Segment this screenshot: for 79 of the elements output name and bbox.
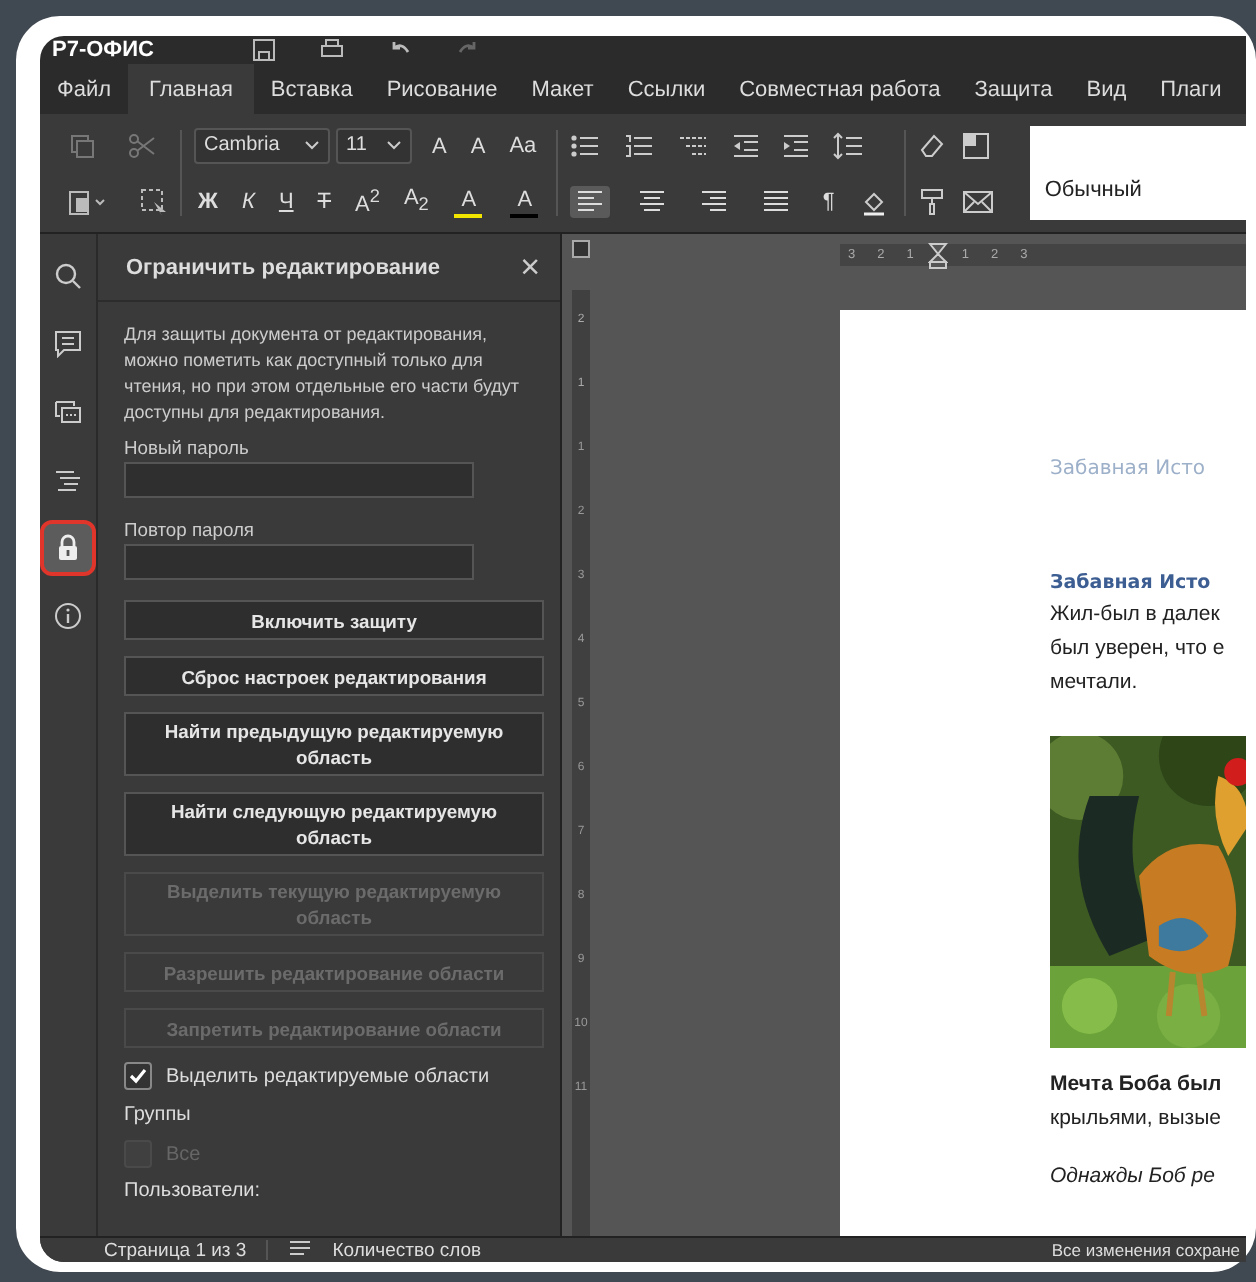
paste-icon[interactable]: [68, 187, 108, 215]
lines-icon[interactable]: [54, 466, 82, 494]
copy-icon[interactable]: [68, 131, 96, 159]
font-color-button[interactable]: A: [504, 185, 545, 217]
page-counter: Страница 1 из 3: [104, 1239, 247, 1261]
indent-icon[interactable]: [782, 131, 811, 159]
format-button[interactable]: Т: [313, 187, 336, 215]
font-select[interactable]: Cambria: [194, 127, 330, 163]
menu-tab[interactable]: Макет: [514, 64, 611, 114]
word-count-icon[interactable]: [288, 1240, 313, 1260]
print-icon[interactable]: [320, 38, 344, 62]
numbered-list-icon[interactable]: [624, 131, 657, 159]
save-status: Все изменения сохране: [1051, 1240, 1240, 1260]
grow-font-button[interactable]: A: [428, 128, 451, 162]
line-spacing-icon[interactable]: [832, 131, 865, 159]
caret-icon[interactable]: [386, 139, 402, 151]
panel-button[interactable]: Найти предыдущую редактируемую область: [124, 712, 544, 776]
format-button[interactable]: Ч: [274, 187, 298, 215]
panel-button[interactable]: Найти следующую редактируемую область: [124, 792, 544, 856]
document-heading: Забавная Исто: [1050, 572, 1213, 594]
field-label: Повтор пароля: [124, 518, 255, 540]
info-icon[interactable]: [54, 602, 82, 630]
panel-button[interactable]: Включить защиту: [124, 600, 544, 640]
menu-tab[interactable]: Файл: [40, 64, 129, 114]
groups-label: Группы: [124, 1104, 191, 1126]
bullet-list-icon[interactable]: [570, 131, 603, 159]
paragraph-marks-button[interactable]: ¶: [818, 187, 839, 215]
tab-stop-button[interactable]: [572, 240, 590, 258]
indent-marker-icon[interactable]: [927, 241, 948, 269]
password-field[interactable]: [124, 544, 474, 580]
document-paragraph: Мечта Боба был крыльями, вызые: [1050, 1070, 1224, 1134]
password-field[interactable]: [124, 462, 474, 498]
users-label: Пользователи:: [124, 1180, 261, 1202]
font-size-select[interactable]: 11: [336, 127, 412, 163]
shading-icon[interactable]: [962, 131, 991, 159]
envelope-icon[interactable]: [962, 187, 995, 215]
app-logo: Р7-ОФИС: [52, 38, 156, 62]
menu-tab[interactable]: Защита: [957, 64, 1070, 114]
comment-icon[interactable]: [54, 330, 82, 358]
menu-tab[interactable]: Вид: [1069, 64, 1144, 114]
menu-tab[interactable]: Ссылки: [610, 64, 723, 114]
menu-tab[interactable]: Плаги: [1143, 64, 1239, 114]
checkbox-label: Выделить редактируемые области: [166, 1065, 490, 1087]
format-button[interactable]: A$^{2}$: [351, 182, 384, 220]
check-icon: [128, 1066, 148, 1086]
word-count[interactable]: Количество слов: [332, 1239, 482, 1261]
eraser-icon[interactable]: [918, 131, 947, 159]
menu-tab[interactable]: Вставка: [253, 64, 370, 114]
highlight-button[interactable]: A: [448, 185, 489, 217]
scissors-icon[interactable]: [128, 131, 156, 159]
select-icon[interactable]: [140, 187, 168, 215]
format-button[interactable]: К: [237, 187, 259, 215]
lock-icon[interactable]: [54, 534, 82, 562]
menu-tab[interactable]: Рисование: [369, 64, 515, 114]
lock-button[interactable]: [40, 520, 96, 576]
close-button[interactable]: ×: [520, 250, 540, 284]
page-header: Забавная Исто: [1050, 458, 1208, 480]
chat-icon[interactable]: [54, 398, 82, 426]
outdent-icon[interactable]: [732, 131, 761, 159]
format-button[interactable]: A$_{2}$: [399, 183, 433, 219]
save-icon[interactable]: [252, 38, 276, 62]
menu-tab[interactable]: Главная: [128, 64, 254, 114]
panel-button[interactable]: Сброс настроек редактирования: [124, 656, 544, 696]
shrink-font-button[interactable]: A: [466, 128, 490, 162]
menu-tab[interactable]: Совместная работа: [722, 64, 958, 114]
panel-description: Для защиты документа от редактирования, можно пометить как доступный только для чтения, но при этом отдельные его части будут доступны для редактирования.: [124, 322, 522, 426]
checkbox[interactable]: [124, 1062, 152, 1090]
caret-icon[interactable]: [304, 139, 320, 151]
style-preset[interactable]: Обычный: [1030, 126, 1246, 220]
align-button[interactable]: [570, 185, 611, 217]
paint-roller-icon[interactable]: [918, 187, 947, 215]
field-label: Новый пароль: [124, 436, 249, 458]
search-icon[interactable]: [54, 262, 82, 290]
panel-title: Ограничить редактирование: [126, 255, 441, 279]
multilevel-list-icon[interactable]: [678, 131, 711, 159]
document-paragraph: Однажды Боб ре: [1050, 1162, 1217, 1192]
change-case-button[interactable]: Aa: [505, 131, 541, 159]
format-button[interactable]: Ж: [194, 187, 222, 215]
document-paragraph: Жил-был в далек был уверен, что е мечтали.: [1050, 600, 1227, 698]
